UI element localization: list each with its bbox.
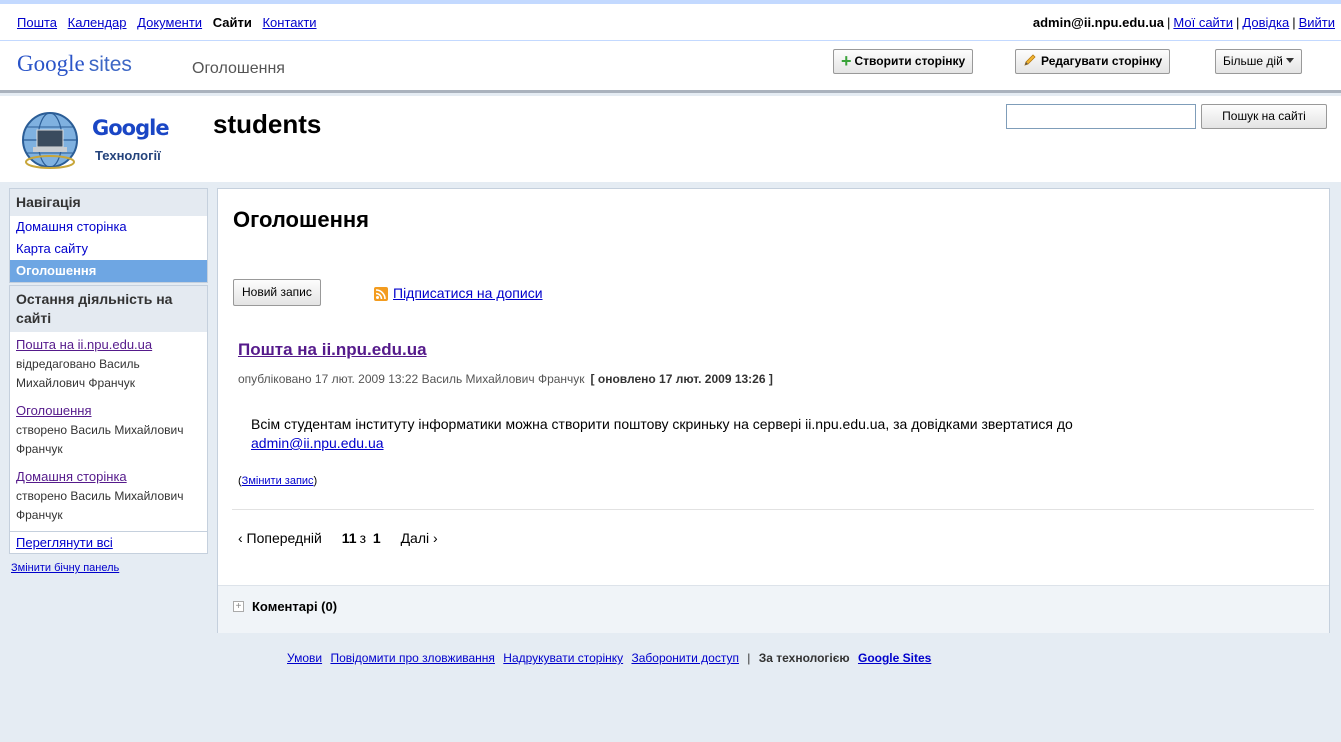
app-mail-link[interactable]: Пошта [17,15,57,30]
pager-prev[interactable]: ‹ Попередній [238,530,322,546]
google-sites-logo[interactable]: Google sites [17,51,132,77]
edit-sidebar-link[interactable]: Змінити бічну панель [11,562,119,574]
page-title: Оголошення [233,207,369,232]
plus-icon: + [841,51,852,71]
post-body: Всім студентам інституту інформатики мож… [251,415,1311,453]
account-email: admin@ii.npu.edu.ua [1032,15,1164,30]
navigation-title: Навігація [10,189,207,216]
activity-link[interactable]: Домашня сторінка [16,469,127,484]
activity-text: створено Василь Михайлович Франчук [16,489,184,522]
main-content: Оголошення Новий запис Підписатися на до… [217,188,1330,633]
comments-section: + Коментарі (0) [218,585,1329,633]
pager-of: з [359,530,366,546]
activity-item: Домашня сторінка створено Василь Михайло… [10,459,207,531]
post-title-link[interactable]: Пошта на ii.npu.edu.ua [238,340,427,360]
subscribe-link[interactable]: Підписатися на дописи [393,285,543,301]
post-email-link[interactable]: admin@ii.npu.edu.ua [251,435,384,451]
site-header: Google Технології students Пошук на сайт… [0,96,1341,182]
powered-by-text: За технологією [758,651,850,665]
post-body-text: Всім студентам інституту інформатики мож… [251,416,1073,432]
rss-icon[interactable] [374,287,388,301]
logo-sites-text: sites [88,53,132,76]
footer: Умови Повідомити про зловживання Надруку… [287,651,932,665]
sidebar-item-sitemap[interactable]: Карта сайту [10,238,207,260]
apps-nav: Пошта Календар Документи Сайти Контакти [17,15,324,30]
sidebar-item-announcements[interactable]: Оголошення [10,260,207,282]
activity-link[interactable]: Пошта на ii.npu.edu.ua [16,337,152,352]
my-sites-link[interactable]: Мої сайти [1173,15,1233,30]
account-links: admin@ii.npu.edu.ua | Мої сайти | Довідка | Ви… [1032,15,1335,30]
site-logo-sub: Технології [95,148,161,163]
view-all-link[interactable]: Переглянути всі [16,535,113,550]
report-abuse-link[interactable]: Повідомити про зловживання [330,651,495,665]
site-name[interactable]: students [213,109,321,140]
app-sites-current: Сайти [212,15,252,30]
google-sites-link[interactable]: Google Sites [858,651,931,665]
new-post-button[interactable]: Новий запис [233,279,321,306]
signout-link[interactable]: Вийти [1299,15,1335,30]
edit-post-link[interactable]: Змінити запис [242,475,314,487]
activity-text: створено Василь Михайлович Франчук [16,423,184,456]
pager-range: 11 [341,530,357,546]
divider [232,509,1314,510]
comments-title[interactable]: Коментарі (0) [252,599,337,614]
sidebar-item-home[interactable]: Домашня сторінка [10,216,207,238]
print-page-link[interactable]: Надрукувати сторінку [503,651,623,665]
activity-link[interactable]: Оголошення [16,403,92,418]
sites-header: Google sites Оголошення + Створити сторінк… [0,40,1341,93]
edit-post: (Змінити запис) [238,475,318,487]
chevron-down-icon [1285,58,1294,63]
app-calendar-link[interactable]: Календар [68,15,127,30]
navigation-box: Навігація Домашня сторінка Карта сайту О… [9,188,208,283]
activity-text: відредаговано Василь Михайлович Франчук [16,357,140,390]
edit-page-button[interactable]: Редагувати сторінку [1015,49,1171,74]
more-actions-button[interactable]: Більше дій [1215,49,1302,74]
activity-item: Пошта на ii.npu.edu.ua відредаговано Вас… [10,332,207,393]
activity-item: Оголошення створено Василь Михайлович Фр… [10,393,207,459]
view-all-box: Переглянути всі [10,531,207,553]
site-search-button[interactable]: Пошук на сайті [1201,104,1327,129]
site-logo[interactable]: Google Технології [20,108,200,173]
post-meta: опубліковано 17 лют. 2009 13:22 Василь М… [238,372,773,386]
site-logo-word: Google [92,116,170,140]
expand-icon[interactable]: + [233,601,244,612]
terms-link[interactable]: Умови [287,651,322,665]
site-search-input[interactable] [1006,104,1196,129]
post-updated: [ оновлено 17 лют. 2009 13:26 ] [590,372,773,386]
app-contacts-link[interactable]: Контакти [262,15,316,30]
block-access-link[interactable]: Заборонити доступ [631,651,738,665]
pager: ‹ Попередній 11 з 1 Далі › [238,530,438,546]
create-page-button[interactable]: + Створити сторінку [833,49,974,74]
google-bar: Пошта Календар Документи Сайти Контакти … [0,0,1341,40]
recent-activity-box: Остання діяльність на сайті Пошта на ii.… [9,285,208,554]
pager-next[interactable]: Далі › [401,530,438,546]
pencil-icon [1024,54,1036,66]
recent-activity-title: Остання діяльність на сайті [10,286,207,332]
logo-google-text: Google [17,51,85,76]
sidebar: Навігація Домашня сторінка Карта сайту О… [9,188,208,574]
app-docs-link[interactable]: Документи [137,15,202,30]
post-published: опубліковано 17 лют. 2009 13:22 Василь М… [238,372,585,386]
page-name: Оголошення [192,60,285,77]
help-link[interactable]: Довідка [1242,15,1289,30]
pager-total: 1 [372,530,381,546]
